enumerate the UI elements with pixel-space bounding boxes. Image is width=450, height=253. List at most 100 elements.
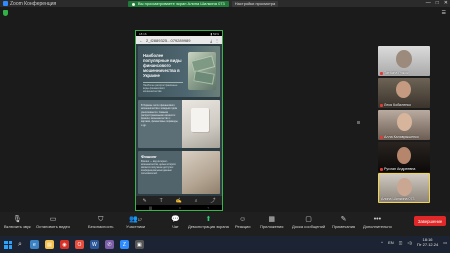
app-title: Zoom Конференция — [3, 1, 56, 7]
text-icon[interactable]: T — [160, 198, 163, 204]
edge-icon[interactable]: e — [29, 240, 39, 249]
slide-2-image — [182, 100, 220, 148]
taskbar-apps: e ▤ ◉ O W ✆ Z ▣ — [29, 240, 144, 249]
app-icon[interactable]: ▣ — [134, 240, 144, 249]
file-explorer-icon[interactable]: ▤ — [44, 240, 54, 249]
reactions-button[interactable]: ☺ Реакции — [235, 216, 250, 229]
notes-icon: ✎ — [340, 216, 347, 223]
participant-tile-active-speaker[interactable]: Алина Шилкина 073 — [378, 173, 430, 203]
slide-3-title: Фишинг — [141, 153, 157, 159]
zoom-taskbar-icon[interactable]: Z — [119, 240, 129, 249]
phone-app-toolbar: ✎ T ✍ ⌕ ⤴ — [136, 196, 222, 205]
stop-video-button[interactable]: ▭ Остановить видео — [36, 216, 70, 229]
volume-icon[interactable]: ◁) — [407, 240, 411, 245]
search-icon[interactable]: ⌕ — [195, 198, 198, 204]
window-controls: — □ ✕ — [426, 0, 448, 7]
menu-icon[interactable]: ⋮ — [215, 38, 219, 43]
share-banner: Вы просматриваете экран Алина Шилкина 07… — [128, 1, 279, 7]
chrome-icon[interactable]: ◉ — [59, 240, 69, 249]
browser-url-bar[interactable]: ← 2_f2889325...079289989 ⤓ ⋮ — [136, 36, 222, 44]
tray-chevron-icon[interactable]: ^ — [381, 240, 383, 245]
clock[interactable]: 18:16 Пт 27.12.24 — [417, 237, 438, 247]
encryption-shield-icon[interactable] — [3, 10, 8, 16]
shared-screen[interactable]: 18:16 ▮ 52% ← 2_f2889325...079289989 ⤓ ⋮… — [135, 30, 223, 211]
participants-icon: 👥17 — [128, 216, 143, 223]
opera-icon[interactable]: O — [74, 240, 84, 249]
zoom-window: Zoom Конференция — □ ✕ Вы просматриваете… — [0, 0, 450, 253]
search-icon[interactable]: ⌕ — [18, 241, 22, 249]
windows-taskbar: ⌕ e ▤ ◉ O W ✆ Z ▣ ^ EN ◫ ◁) 18:16 Пт 27.… — [0, 236, 450, 253]
apps-button[interactable]: ▦ Приложения — [260, 216, 283, 229]
mic-muted-icon — [380, 103, 383, 107]
close-button[interactable]: ✕ — [444, 0, 448, 7]
word-icon[interactable]: W — [89, 240, 99, 249]
slide-3-content: Фишинг Фишинг — вид интернет-мошенничест… — [138, 151, 182, 194]
participant-name: Алла Калаврышенко — [380, 135, 419, 139]
back-arrow-icon[interactable]: ← — [139, 38, 143, 43]
share-indicator-icon — [132, 2, 135, 6]
share-screen-icon: ⬆ — [205, 216, 212, 223]
participant-name: Татьяна Рожок — [380, 71, 409, 75]
participants-button[interactable]: 👥17 Участники — [126, 216, 145, 229]
smiley-icon: ☺ — [239, 216, 247, 223]
window-title: Zoom Конференция — [10, 0, 57, 7]
whiteboard-button[interactable]: ▢ Доска сообщений — [292, 216, 325, 229]
mic-muted-icon — [380, 135, 383, 139]
participant-photo — [397, 178, 412, 196]
share-banner-text: Вы просматриваете экран Алина Шилкина 07… — [138, 1, 225, 6]
participant-tile[interactable]: Руслан Андреевна — [378, 142, 430, 172]
slide-3-image — [182, 150, 220, 194]
zoom-logo-icon — [3, 1, 8, 6]
participant-name: Алина Шилкина 073 — [381, 197, 415, 201]
participant-name: Леся Кобиленко — [380, 103, 411, 107]
view-settings-button[interactable]: Настройки просмотра — [231, 1, 279, 7]
system-tray: ^ EN ◫ ◁) 18:16 Пт 27.12.24 ▭ — [381, 237, 447, 247]
participant-tile[interactable]: Татьяна Рожок — [378, 46, 430, 76]
participant-tile[interactable]: Алла Калаврышенко — [378, 110, 430, 140]
money-image — [188, 52, 216, 90]
video-camera-icon: ▭ — [49, 216, 57, 223]
meeting-toolbar: 🎙 Включить звук ▭ Остановить видео ⛉ Безопа… — [0, 212, 450, 236]
mic-muted-icon — [380, 167, 383, 171]
back-icon[interactable]: ‹ — [207, 205, 208, 210]
share-screen-button[interactable]: ⬆ Демонстрация экрана — [188, 216, 229, 229]
phone-nav-bar: ||| ○ ‹ — [136, 205, 222, 210]
recent-apps-icon[interactable]: ||| — [149, 205, 152, 210]
mic-muted-icon — [380, 71, 383, 75]
view-layout-icon[interactable]: ☰ — [442, 10, 446, 16]
participant-tile[interactable]: Леся Кобиленко — [378, 78, 430, 108]
security-button[interactable]: ⛉ Безопасность — [88, 216, 114, 229]
gallery-scroll-handle[interactable] — [357, 121, 360, 124]
slide-3-body: Фишинг — вид интернет-мошенничества, цел… — [141, 160, 176, 175]
presentation-slides: Наиболее популярные виды финансового мош… — [136, 44, 222, 196]
share-icon[interactable]: ⤴ — [210, 197, 215, 204]
slide-2: В Украине число финансового мошенничеств… — [138, 100, 220, 148]
participant-photo — [396, 50, 412, 68]
slide-2-text: В Украине число финансового мошенничеств… — [141, 104, 179, 127]
edit-icon[interactable]: ✎ — [142, 198, 146, 204]
notifications-icon[interactable]: ▭ — [443, 240, 447, 245]
download-icon[interactable]: ⤓ — [210, 38, 212, 43]
end-meeting-button[interactable]: Завершение — [414, 216, 446, 226]
windows-start-icon[interactable] — [4, 240, 12, 249]
minimize-button[interactable]: — — [426, 0, 431, 7]
participant-photo — [397, 113, 412, 131]
mic-off-icon: 🎙 — [12, 216, 22, 223]
sign-icon[interactable]: ✍ — [176, 198, 182, 204]
unmute-button[interactable]: 🎙 Включить звук — [4, 216, 31, 229]
slide-1: Наиболее популярные виды финансового мош… — [138, 46, 220, 98]
maximize-button[interactable]: □ — [436, 0, 439, 7]
home-icon[interactable]: ○ — [179, 205, 181, 210]
phone-time: 18:16 — [139, 31, 147, 36]
notes-button[interactable]: ✎ Примечания — [332, 216, 355, 229]
whiteboard-icon: ▢ — [305, 216, 312, 223]
network-icon[interactable]: ◫ — [399, 240, 403, 245]
viewing-share-pill: Вы просматриваете экран Алина Шилкина 07… — [128, 1, 229, 7]
chat-button[interactable]: 💬 Чат — [171, 216, 180, 229]
language-indicator[interactable]: EN — [388, 240, 394, 245]
url-text: 2_f2889325...079289989 — [146, 37, 191, 43]
chat-icon: 💬 — [171, 216, 180, 223]
viber-icon[interactable]: ✆ — [104, 240, 114, 249]
more-button[interactable]: ••• Дополнительно — [363, 216, 392, 229]
participant-photo — [397, 147, 411, 164]
